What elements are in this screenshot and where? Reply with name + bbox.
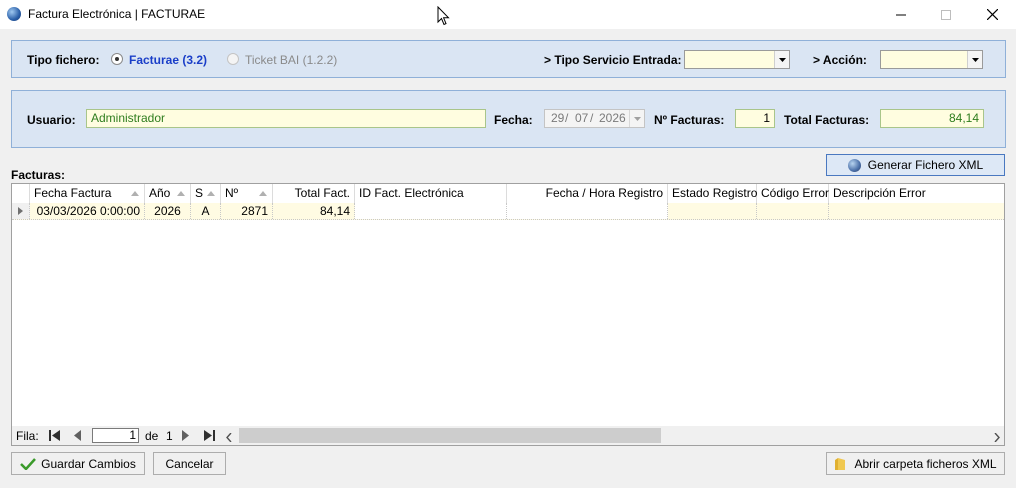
grid-header: Fecha Factura Año S Nº Total Fact. ID Fa… — [12, 184, 1004, 204]
column-header-serie[interactable]: S — [191, 184, 221, 203]
usuario-field[interactable]: Administrador — [86, 109, 486, 128]
cell-fecha-factura[interactable]: 03/03/2026 0:00:00 — [30, 203, 145, 219]
sort-icon — [259, 191, 267, 196]
open-xml-folder-button[interactable]: Abrir carpeta ficheros XML — [826, 452, 1005, 475]
facturae-radio[interactable] — [111, 53, 123, 65]
save-changes-button[interactable]: Guardar Cambios — [11, 452, 145, 475]
minimize-icon — [896, 14, 906, 15]
save-changes-label: Guardar Cambios — [41, 456, 136, 471]
close-icon — [986, 9, 998, 20]
fecha-year: 2026 — [599, 111, 626, 125]
facturas-section-label: Facturas: — [11, 168, 66, 182]
ticketbai-radio[interactable] — [227, 53, 239, 65]
generate-xml-label: Generar Fichero XML — [867, 158, 984, 172]
first-page-icon[interactable] — [49, 430, 60, 444]
accion-label: > Acción: — [813, 53, 867, 67]
scroll-left-icon[interactable] — [226, 431, 232, 445]
fecha-day: 29 — [551, 111, 565, 125]
page-number-input[interactable]: 1 — [92, 428, 139, 443]
maximize-button[interactable] — [923, 0, 969, 29]
fecha-date-picker[interactable]: 29 / 07 / 2026 — [544, 109, 645, 128]
globe-icon — [847, 158, 861, 172]
total-pages: 1 — [166, 429, 173, 443]
total-facturas-field: 84,14 — [880, 109, 984, 128]
folder-icon — [835, 457, 846, 470]
column-header-fecha-factura[interactable]: Fecha Factura — [30, 184, 145, 203]
chevron-down-icon[interactable] — [967, 51, 982, 68]
file-type-panel: Tipo fichero: Facturae (3.2) Ticket BAI … — [11, 40, 1006, 78]
cell-ano[interactable]: 2026 — [145, 203, 191, 219]
column-header-estado[interactable]: Estado Registro — [668, 184, 757, 203]
cell-estado[interactable] — [668, 203, 757, 219]
sort-icon — [207, 191, 215, 196]
cell-total[interactable]: 84,14 — [273, 203, 355, 219]
open-xml-folder-label: Abrir carpeta ficheros XML — [854, 456, 997, 471]
invoices-grid[interactable]: Fecha Factura Año S Nº Total Fact. ID Fa… — [11, 183, 1005, 446]
checkmark-icon — [20, 457, 37, 470]
chevron-down-icon[interactable] — [774, 51, 789, 68]
column-header-total[interactable]: Total Fact. — [273, 184, 355, 203]
facturae-radio-label[interactable]: Facturae (3.2) — [129, 53, 207, 67]
close-button[interactable] — [969, 0, 1015, 29]
globe-icon — [7, 7, 21, 21]
usuario-label: Usuario: — [27, 113, 76, 127]
cell-descripcion[interactable] — [829, 203, 1004, 219]
column-header-fecha-registro[interactable]: Fecha / Hora Registro — [507, 184, 668, 203]
num-facturas-label: Nº Facturas: — [654, 113, 725, 127]
ticketbai-radio-label[interactable]: Ticket BAI (1.2.2) — [245, 53, 337, 67]
cell-serie[interactable]: A — [191, 203, 221, 219]
row-indicator-header — [12, 184, 30, 203]
user-panel: Usuario: Administrador Fecha: 29 / 07 / … — [11, 90, 1006, 148]
column-header-descripcion[interactable]: Descripción Error — [829, 184, 1004, 203]
row-pointer-icon — [12, 203, 30, 219]
maximize-icon — [941, 9, 951, 20]
prev-page-icon[interactable] — [74, 430, 81, 444]
cancel-label: Cancelar — [165, 456, 214, 471]
generate-xml-button[interactable]: Generar Fichero XML — [826, 154, 1005, 176]
cancel-button[interactable]: Cancelar — [153, 452, 226, 475]
sort-icon — [177, 191, 185, 196]
column-header-id-fact[interactable]: ID Fact. Electrónica — [355, 184, 507, 203]
cell-fecha-registro[interactable] — [507, 203, 668, 219]
de-label: de — [145, 429, 159, 443]
fila-label: Fila: — [16, 429, 39, 443]
column-header-ano[interactable]: Año — [145, 184, 191, 203]
fecha-month: 07 — [575, 111, 589, 125]
cell-codigo-error[interactable] — [757, 203, 829, 219]
num-facturas-field: 1 — [735, 109, 775, 128]
scroll-right-icon[interactable] — [994, 431, 1000, 445]
total-facturas-label: Total Facturas: — [784, 113, 870, 127]
column-header-codigo-error[interactable]: Código Error — [757, 184, 829, 203]
last-page-icon[interactable] — [204, 430, 215, 444]
table-row[interactable]: 03/03/2026 0:00:00 2026 A 2871 84,14 — [12, 203, 1004, 220]
cell-numero[interactable]: 2871 — [221, 203, 273, 219]
pager-bar: Fila: 1 de 1 — [12, 426, 1004, 445]
window-title: Factura Electrónica | FACTURAE — [28, 7, 206, 21]
minimize-button[interactable] — [878, 0, 924, 29]
title-bar[interactable]: Factura Electrónica | FACTURAE — [0, 0, 1016, 29]
accion-select[interactable] — [880, 50, 983, 69]
cell-id-fact[interactable] — [355, 203, 507, 219]
mouse-cursor-icon — [437, 6, 450, 26]
tipo-servicio-label: > Tipo Servicio Entrada: — [544, 53, 682, 67]
fecha-label: Fecha: — [494, 113, 533, 127]
sort-icon — [131, 191, 139, 196]
column-header-numero[interactable]: Nº — [221, 184, 273, 203]
tipo-servicio-select[interactable] — [684, 50, 790, 69]
horizontal-scrollbar-thumb[interactable] — [239, 428, 661, 443]
next-page-icon[interactable] — [182, 430, 189, 444]
tipo-fichero-label: Tipo fichero: — [27, 53, 100, 67]
chevron-down-icon[interactable] — [629, 110, 644, 127]
